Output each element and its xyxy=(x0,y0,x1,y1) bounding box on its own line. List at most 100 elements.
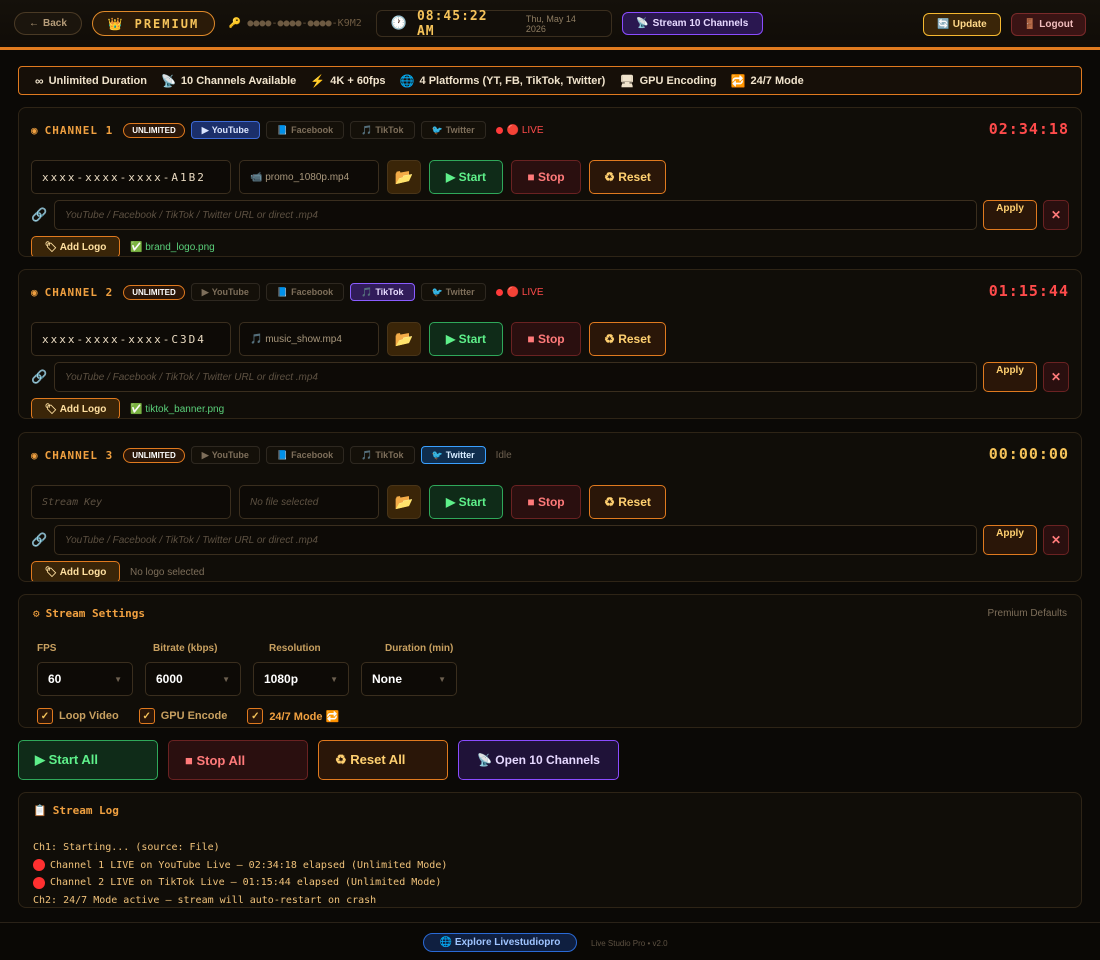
footer: 🌐 Explore Livestudiopro Live Studio Pro … xyxy=(0,922,1100,960)
stream-key-input[interactable]: xxxx-xxxx-xxxx-C3D4 xyxy=(31,322,231,356)
premium-label: PREMIUM xyxy=(134,16,200,31)
feature-label: 4 Platforms (YT, FB, TikTok, Twitter) xyxy=(419,74,606,87)
platform-tiktok[interactable]: 🎵 TikTok xyxy=(350,283,415,301)
idle-status: Idle xyxy=(495,449,512,461)
apply-button[interactable]: Apply xyxy=(983,200,1037,230)
source-url-input[interactable]: YouTube / Facebook / TikTok / Twitter UR… xyxy=(54,525,977,555)
source-url-input[interactable]: YouTube / Facebook / TikTok / Twitter UR… xyxy=(54,200,977,230)
music-note-icon: 🎵 xyxy=(361,124,373,135)
add-logo-button[interactable]: 🏷 Add Logo xyxy=(31,398,120,418)
feature-247: 🔁 24/7 Mode xyxy=(731,74,804,88)
add-logo-button[interactable]: 🏷 Add Logo xyxy=(31,236,120,256)
refresh-icon: 🔄 xyxy=(937,19,950,30)
globe-icon: 🌐 xyxy=(399,73,415,88)
start-button[interactable]: ▶ Start xyxy=(429,322,503,356)
feature-channels: 📡 10 Channels Available xyxy=(161,74,296,88)
feature-label: 4K + 60fps xyxy=(330,74,386,87)
apply-button[interactable]: Apply xyxy=(983,525,1037,555)
stop-button[interactable]: ■ Stop xyxy=(511,322,581,356)
platform-facebook[interactable]: 📘 Facebook xyxy=(265,446,345,464)
stop-button[interactable]: ■ Stop xyxy=(511,485,581,519)
reset-all-button[interactable]: ♻ Reset All xyxy=(318,740,448,780)
folder-button[interactable]: 📂 xyxy=(387,322,421,356)
start-button[interactable]: ▶ Start xyxy=(429,485,503,519)
file-field[interactable]: 📹 promo_1080p.mp4 xyxy=(239,160,379,194)
explore-button[interactable]: 🌐 Explore Livestudiopro xyxy=(423,933,577,952)
clock-time: 08:45:22 AM xyxy=(416,8,488,39)
fps-value: 60 xyxy=(48,672,62,686)
apply-button[interactable]: Apply xyxy=(983,362,1037,392)
file-field[interactable]: No file selected xyxy=(239,485,379,519)
logout-label: Logout xyxy=(1039,19,1074,30)
back-label: Back xyxy=(43,18,67,29)
log-line: Ch1: Starting... (source: File) xyxy=(33,839,447,857)
link-icon: 🔗 xyxy=(31,369,48,384)
mode-247-checkbox[interactable]: ✓ 24/7 Mode 🔁 xyxy=(247,708,339,724)
platform-twitter[interactable]: 🐦 Twitter xyxy=(420,283,486,301)
platform-twitter[interactable]: 🐦 Twitter xyxy=(420,446,486,464)
channel-timer: 02:34:18 xyxy=(988,120,1069,138)
update-button[interactable]: 🔄 Update xyxy=(923,13,1001,36)
open-channels-button[interactable]: 📡 Open 10 Channels xyxy=(458,740,619,780)
stream-key-input[interactable]: xxxx-xxxx-xxxx-A1B2 xyxy=(31,160,231,194)
log-text: Ch2: 24/7 Mode active — stream will auto… xyxy=(33,894,377,906)
red-circle-icon xyxy=(33,859,45,872)
start-button[interactable]: ▶ Start xyxy=(429,160,503,194)
fps-select[interactable]: 60 ▼ xyxy=(37,662,133,696)
source-url-input[interactable]: YouTube / Facebook / TikTok / Twitter UR… xyxy=(54,362,977,392)
platform-facebook[interactable]: 📘 Facebook xyxy=(265,283,345,301)
folder-icon: 📂 xyxy=(394,494,414,511)
reset-button[interactable]: ♻ Reset xyxy=(589,160,666,194)
duration-select[interactable]: None ▼ xyxy=(361,662,457,696)
log-title-text: Stream Log xyxy=(52,804,119,817)
file-field[interactable]: 🎵 music_show.mp4 xyxy=(239,322,379,356)
reset-button[interactable]: ♻ Reset xyxy=(589,485,666,519)
stop-button[interactable]: ■ Stop xyxy=(511,160,581,194)
feature-quality: ⚡ 4K + 60fps xyxy=(310,74,385,88)
log-text: Ch1: Starting... (source: File) xyxy=(33,842,220,854)
folder-button[interactable]: 📂 xyxy=(387,160,421,194)
chevron-down-icon: ▼ xyxy=(222,674,230,684)
bitrate-select[interactable]: 6000 ▼ xyxy=(145,662,241,696)
unlimited-badge: UNLIMITED xyxy=(123,122,185,138)
platform-twitter[interactable]: 🐦 Twitter xyxy=(420,121,486,139)
stop-all-button[interactable]: ■ Stop All xyxy=(168,740,308,780)
reset-button[interactable]: ♻ Reset xyxy=(589,322,666,356)
folder-button[interactable]: 📂 xyxy=(387,485,421,519)
clear-url-button[interactable]: ✕ xyxy=(1043,362,1069,392)
chevron-down-icon: ▼ xyxy=(330,674,338,684)
platform-tiktok[interactable]: 🎵 TikTok xyxy=(350,446,415,464)
play-icon: ▶ xyxy=(201,449,209,460)
logout-button[interactable]: 🚪 Logout xyxy=(1011,13,1086,36)
clear-url-button[interactable]: ✕ xyxy=(1043,200,1069,230)
gpu-encode-checkbox[interactable]: ✓ GPU Encode xyxy=(138,708,227,724)
antenna-icon: 📡 xyxy=(160,73,176,88)
platform-youtube[interactable]: ▶ YouTube xyxy=(190,446,260,464)
duration-value: None xyxy=(372,672,402,686)
platform-youtube[interactable]: ▶ YouTube xyxy=(190,283,260,301)
platform-facebook[interactable]: 📘 Facebook xyxy=(265,121,345,139)
platform-label: Twitter xyxy=(445,450,475,460)
folder-icon: 📂 xyxy=(394,169,414,186)
start-all-button[interactable]: ▶ Start All xyxy=(18,740,158,780)
bird-icon: 🐦 xyxy=(431,124,443,135)
resolution-select[interactable]: 1080p ▼ xyxy=(253,662,349,696)
status-text: 🔴 LIVE xyxy=(506,124,544,136)
add-logo-button[interactable]: 🏷 Add Logo xyxy=(31,561,120,581)
repeat-icon: 🔁 xyxy=(730,73,746,88)
channel-title-text: CHANNEL 2 xyxy=(44,285,114,299)
loop-video-checkbox[interactable]: ✓ Loop Video xyxy=(37,708,119,724)
link-icon: 🔗 xyxy=(31,207,48,222)
infinity-icon: ∞ xyxy=(35,73,44,88)
stream-channels-button[interactable]: 📡 Stream 10 Channels xyxy=(621,12,763,35)
stream-key-input[interactable]: Stream Key xyxy=(31,485,231,519)
clock-display: 🕐 08:45:22 AM Thu, May 14 2026 xyxy=(375,8,612,39)
checkmark-icon: ✓ xyxy=(37,708,53,724)
feature-gpu: 🖥 GPU Encoding xyxy=(619,74,716,88)
channel-timer: 01:15:44 xyxy=(988,282,1069,300)
back-button[interactable]: ← Back xyxy=(14,12,82,35)
feature-label: GPU Encoding xyxy=(639,74,717,87)
platform-tiktok[interactable]: 🎵 TikTok xyxy=(350,121,415,139)
platform-youtube[interactable]: ▶ YouTube xyxy=(190,121,260,139)
clear-url-button[interactable]: ✕ xyxy=(1043,525,1069,555)
